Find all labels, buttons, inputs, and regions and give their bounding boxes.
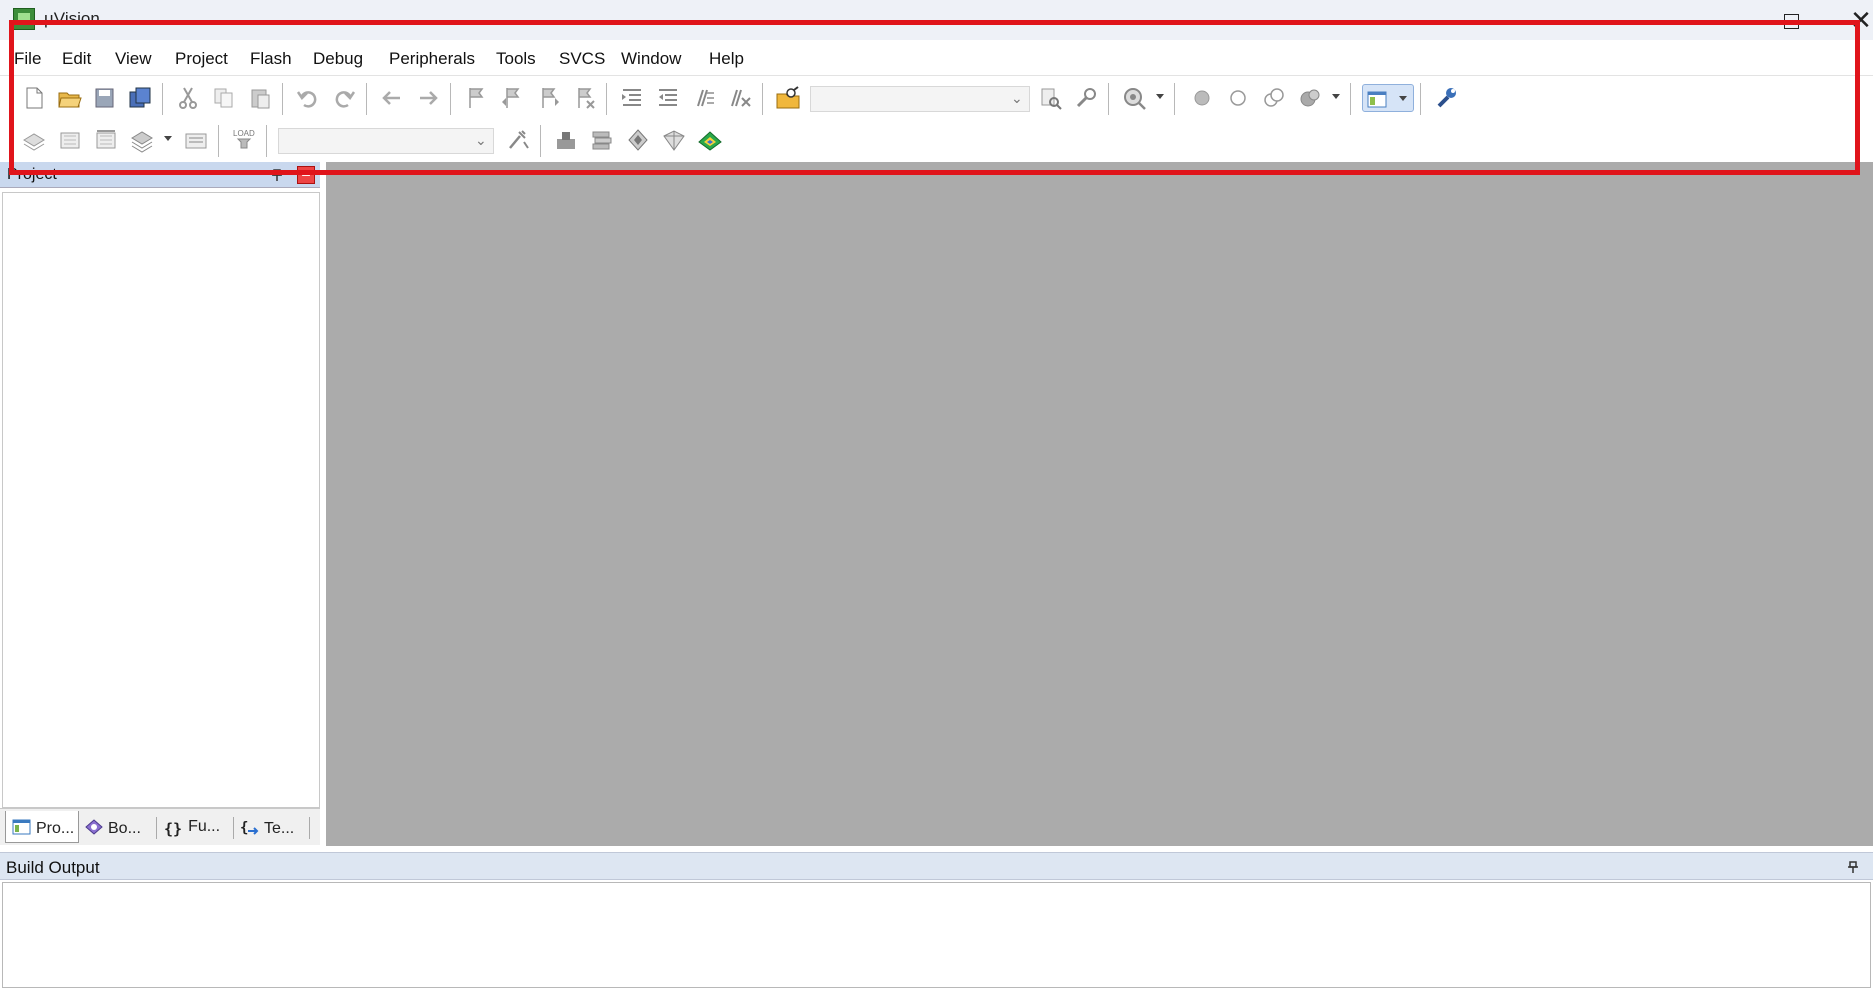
window-title: µVision: [44, 9, 100, 28]
indent-icon[interactable]: [618, 84, 646, 112]
tab-books-label: Bo...: [108, 820, 141, 837]
build-output-header: Build Output: [0, 852, 1873, 880]
menu-peripherals[interactable]: Peripherals: [389, 49, 475, 69]
chevron-down-icon: [1399, 96, 1407, 101]
window-layout-button[interactable]: [1362, 84, 1414, 112]
search-replace-icon[interactable]: [1072, 84, 1100, 112]
unindent-icon[interactable]: [654, 84, 682, 112]
insert-breakpoint-icon[interactable]: [1188, 84, 1216, 112]
save-icon[interactable]: [90, 84, 118, 112]
kill-all-breakpoints-icon[interactable]: [1296, 84, 1324, 112]
tab-project[interactable]: Pro...: [5, 811, 79, 843]
download-load-button[interactable]: LOAD: [230, 126, 258, 154]
project-pane-title: Project: [7, 166, 57, 183]
disable-all-breakpoints-icon[interactable]: [1260, 84, 1288, 112]
menu-debug[interactable]: Debug: [313, 49, 363, 69]
load-label: LOAD: [233, 129, 255, 138]
target-options-icon[interactable]: [504, 126, 532, 154]
project-tree[interactable]: [2, 192, 320, 808]
editor-area[interactable]: [326, 162, 1873, 846]
incremental-find-icon[interactable]: [1036, 84, 1064, 112]
manage-project-items-icon[interactable]: [588, 126, 616, 154]
maximize-icon[interactable]: [1776, 6, 1806, 34]
cut-icon[interactable]: [174, 84, 202, 112]
tab-functions-label: Fu...: [188, 818, 221, 835]
copy-icon[interactable]: [210, 84, 238, 112]
templates-icon: {: [240, 818, 260, 836]
close-pane-icon[interactable]: –: [297, 166, 315, 184]
tab-project-label: Pro...: [36, 820, 75, 837]
tab-functions[interactable]: {} Fu...: [164, 811, 234, 843]
menu-flash[interactable]: Flash: [250, 49, 292, 69]
rebuild-icon[interactable]: [92, 126, 120, 154]
stop-build-icon[interactable]: [182, 126, 210, 154]
translate-icon[interactable]: [20, 126, 48, 154]
redo-icon[interactable]: [330, 84, 358, 112]
debug-session-icon[interactable]: [1120, 84, 1148, 112]
pack-installer-icon[interactable]: [660, 126, 688, 154]
menu-edit[interactable]: Edit: [62, 49, 91, 69]
title-bar: µVision ✕: [0, 0, 1873, 40]
open-file-icon[interactable]: [55, 84, 83, 112]
pin-icon[interactable]: [1846, 860, 1860, 874]
menu-project[interactable]: Project: [175, 49, 228, 69]
project-tabs: Pro... Bo... {} Fu... { Te...: [0, 808, 325, 845]
menu-window[interactable]: Window: [621, 49, 681, 69]
select-target-combo[interactable]: ⌄: [278, 128, 494, 154]
enable-breakpoint-icon[interactable]: [1224, 84, 1252, 112]
insert-bookmark-icon[interactable]: [462, 84, 490, 112]
uncomment-selection-icon[interactable]: [726, 84, 754, 112]
svg-text:{: {: [240, 820, 248, 836]
build-icon[interactable]: [56, 126, 84, 154]
uvision-app-icon: [13, 8, 35, 30]
paste-icon[interactable]: [246, 84, 274, 112]
find-combo[interactable]: ⌄: [810, 86, 1030, 112]
project-window-icon: [12, 818, 32, 836]
new-file-icon[interactable]: [20, 84, 48, 112]
close-icon[interactable]: ✕: [1846, 6, 1873, 34]
menu-file[interactable]: File: [14, 49, 41, 69]
find-in-files-icon[interactable]: [774, 84, 802, 112]
select-software-packs-icon[interactable]: [696, 126, 724, 154]
chevron-down-icon: ⌄: [1011, 90, 1023, 106]
batch-build-icon[interactable]: [128, 126, 156, 154]
batch-build-dropdown-icon[interactable]: [164, 136, 172, 141]
clear-bookmarks-icon[interactable]: [570, 84, 598, 112]
books-icon: [84, 818, 104, 836]
breakpoint-dropdown-icon[interactable]: [1332, 94, 1340, 99]
pin-icon[interactable]: [270, 168, 284, 182]
project-pane-header: Project –: [0, 162, 325, 188]
manage-rte-icon[interactable]: [624, 126, 652, 154]
navigate-forward-icon[interactable]: [414, 84, 442, 112]
tab-books[interactable]: Bo...: [84, 811, 154, 843]
build-output-title: Build Output: [6, 858, 100, 877]
next-bookmark-icon[interactable]: [534, 84, 562, 112]
chevron-down-icon: ⌄: [475, 132, 487, 148]
debug-dropdown-icon[interactable]: [1156, 94, 1164, 99]
menu-tools[interactable]: Tools: [496, 49, 536, 69]
menu-view[interactable]: View: [115, 49, 152, 69]
save-all-icon[interactable]: [126, 84, 154, 112]
tab-templates-label: Te...: [264, 820, 295, 837]
menu-svcs[interactable]: SVCS: [559, 49, 605, 69]
build-output-window[interactable]: [2, 882, 1871, 988]
tab-templates[interactable]: { Te...: [240, 811, 310, 843]
build-toolbar: LOAD ⌄: [0, 119, 1873, 161]
undo-icon[interactable]: [294, 84, 322, 112]
file-extensions-icon[interactable]: [552, 126, 580, 154]
previous-bookmark-icon[interactable]: [498, 84, 526, 112]
comment-selection-icon[interactable]: [690, 84, 718, 112]
menu-bar: File Edit View Project Flash Debug Perip…: [0, 40, 1873, 76]
menu-help[interactable]: Help: [709, 49, 744, 69]
configure-wrench-icon[interactable]: [1432, 84, 1460, 112]
braces-icon: {}: [164, 820, 183, 838]
navigate-back-icon[interactable]: [378, 84, 406, 112]
file-toolbar: ⌄: [0, 77, 1873, 119]
